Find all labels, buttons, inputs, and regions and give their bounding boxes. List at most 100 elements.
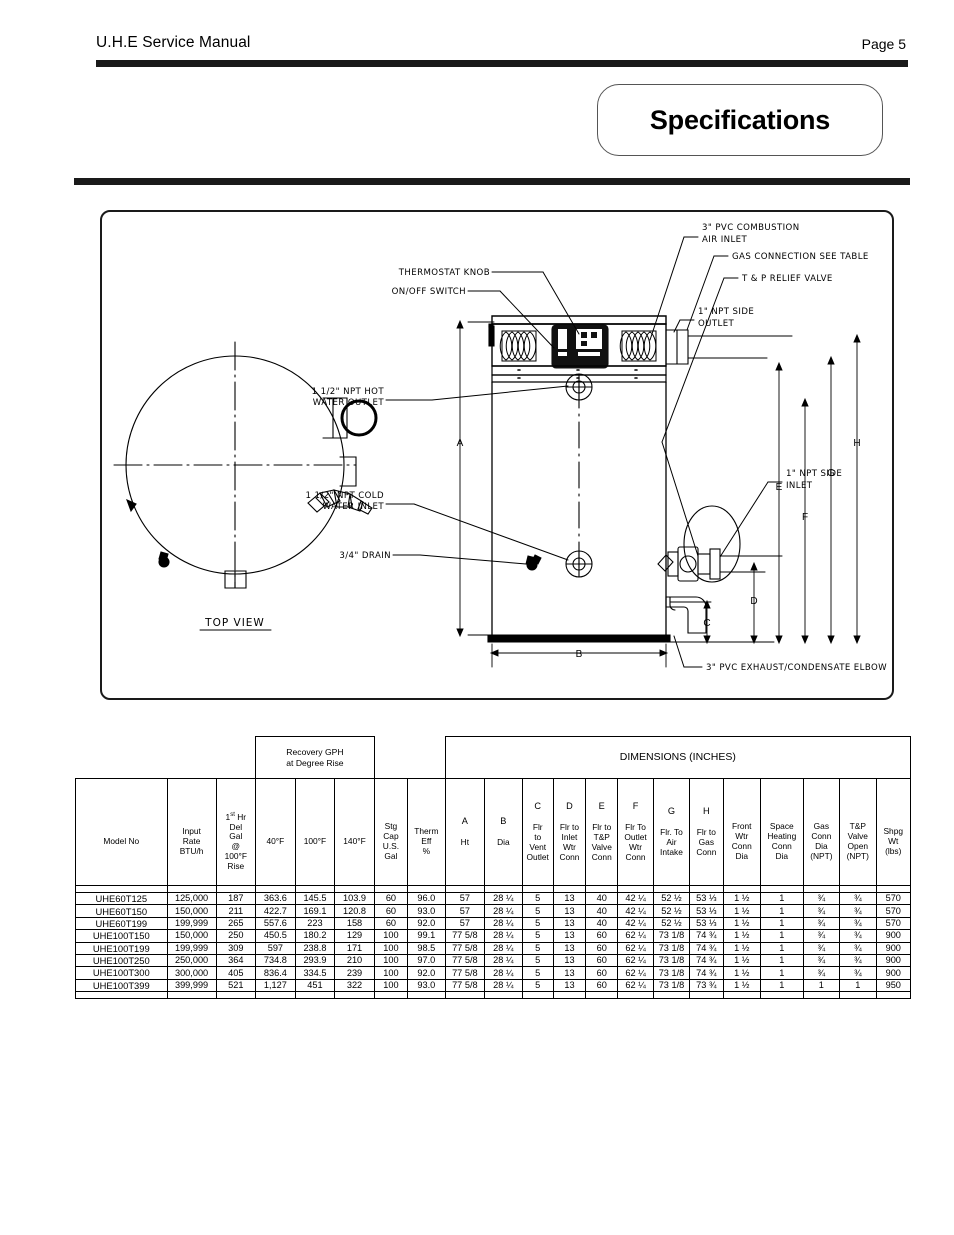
column-header-label: Flr. To Air Intake — [660, 827, 683, 857]
column-header-spacer — [256, 817, 295, 837]
table-cell: 28 ¼ — [484, 916, 523, 931]
dimension-letter-h: H — [853, 438, 860, 449]
table-cell: 40 — [585, 891, 619, 906]
column-header-label: Flr to T&P Valve Conn — [591, 822, 612, 862]
table-cell: 28 ¼ — [484, 953, 523, 968]
technical-diagram: TOP VIEW THERMOSTAT KNOB ON/OFF SWITCH 3… — [100, 210, 894, 700]
table-cell: 28 ¼ — [484, 904, 523, 918]
table-cell: 570 — [875, 916, 912, 931]
table-cell: ¾ — [839, 904, 877, 918]
table-cell: 900 — [875, 929, 912, 943]
column-header-spacer — [877, 807, 910, 827]
table-cell: 100 — [373, 978, 409, 993]
column-header-label: Space Heating Conn Dia — [767, 821, 797, 861]
table-cell: 52 ½ — [652, 891, 691, 906]
table-cell: 158 — [334, 916, 375, 931]
table-cell: 5 — [521, 929, 554, 943]
table-cell: 93.0 — [407, 978, 446, 993]
table-cell: 62 ¼ — [617, 941, 654, 955]
group-header-dimensions: DIMENSIONS (INCHES) — [444, 736, 912, 779]
table-cell: 150,000 — [166, 929, 217, 943]
column-header-label: Ht — [460, 836, 470, 847]
table-cell: 53 ⅓ — [689, 916, 724, 931]
column-header-spacer — [168, 807, 216, 827]
column-header-c: C Flr to Vent Outlet — [521, 778, 554, 886]
table-cell: 293.9 — [294, 953, 336, 968]
column-header-label: 40°F — [266, 836, 285, 847]
table-cell: ¾ — [802, 953, 841, 968]
header-divider — [96, 60, 908, 67]
table-cell: 145.5 — [294, 891, 336, 906]
table-cell: 60 — [373, 904, 409, 918]
dimension-lines — [456, 319, 861, 668]
cell-model-no: UHE100T199 — [75, 941, 168, 955]
dimension-letter-f: F — [802, 512, 808, 523]
cell-model-no: UHE60T199 — [75, 916, 168, 931]
table-cell: 210 — [334, 953, 375, 968]
table-cell: 334.5 — [294, 966, 336, 980]
table-cell: 60 — [585, 941, 619, 955]
table-cell: 62 ¼ — [617, 929, 654, 943]
dimension-letter-d: D — [750, 596, 757, 607]
column-header-b: B Dia — [484, 778, 523, 886]
column-header-6: Stg Cap U.S. Gal — [373, 778, 409, 886]
table-row: UHE60T150 150,000 211 422.7 169.1 120.8 60 93.0… — [75, 904, 912, 918]
table-cell: 265 — [215, 916, 257, 931]
dimension-letter-e: E — [776, 482, 783, 493]
specifications-table: Recovery GPH at Degree Rise DIMENSIONS (… — [75, 736, 912, 1000]
group-header-blank-left — [76, 737, 256, 779]
callout-cold-water-inlet-line2: WATER INLET — [323, 502, 385, 512]
table-cell: 99.1 — [407, 929, 446, 943]
table-cell: 100 — [373, 929, 409, 943]
table-cell: 92.0 — [407, 966, 446, 980]
table-cell: 100 — [373, 966, 409, 980]
table-cell: ¾ — [802, 904, 841, 918]
table-cell: 597 — [255, 941, 296, 955]
table-row: UHE100T199 199,999 309 597 238.8 171 100 98.5 77… — [75, 941, 912, 955]
table-cell: 28 ¼ — [484, 929, 523, 943]
table-body: UHE60T125 125,000 187 363.6 145.5 103.9 60 96.0… — [75, 885, 912, 1000]
table-cell: 97.0 — [407, 953, 446, 968]
table-cell: 103.9 — [334, 891, 375, 906]
table-cell: ¾ — [839, 966, 877, 980]
table-cell: 93.0 — [407, 904, 446, 918]
table-cell: 950 — [875, 978, 912, 993]
column-header-label: Dia — [497, 836, 510, 847]
table-cell: 73 1/8 — [652, 978, 691, 993]
table-cell: 120.8 — [334, 904, 375, 918]
table-cell: 211 — [215, 904, 257, 918]
table-cell: 77 5/8 — [444, 929, 486, 943]
table-cell: 900 — [875, 966, 912, 980]
table-cell: 223 — [294, 916, 336, 931]
callout-gas-connection: GAS CONNECTION SEE TABLE — [732, 252, 869, 262]
table-row: UHE100T250 250,000 364 734.8 293.9 210 100 97.0… — [75, 953, 912, 968]
table-cell: 52 ½ — [652, 904, 691, 918]
table-cell: 13 — [552, 904, 587, 918]
table-cell: 250,000 — [166, 953, 217, 968]
table-cell: 125,000 — [166, 891, 217, 906]
callout-leader-lines — [385, 236, 783, 668]
table-cell: 1 ½ — [722, 966, 761, 980]
table-cell: 57 — [444, 891, 486, 906]
table-cell: 28 ¼ — [484, 978, 523, 993]
table-cell: 42 ¼ — [617, 916, 654, 931]
column-header-e: E Flr to T&P Valve Conn — [585, 778, 619, 886]
callout-combustion-air-inlet-line2: AIR INLET — [702, 235, 747, 245]
cell-model-no: UHE100T300 — [75, 966, 168, 980]
table-cell: 73 1/8 — [652, 953, 691, 968]
table-cell: 734.8 — [255, 953, 296, 968]
column-header-spacer — [840, 802, 875, 822]
table-cell: 100 — [373, 941, 409, 955]
column-header-label: Therm Eff% — [414, 826, 439, 856]
column-header-letter: A — [461, 816, 468, 827]
table-cell: 171 — [334, 941, 375, 955]
table-cell: 5 — [521, 916, 554, 931]
table-cell: 1,127 — [255, 978, 296, 993]
table-cell: 521 — [215, 978, 257, 993]
column-header-3: 40°F — [255, 778, 296, 886]
table-cell: 77 5/8 — [444, 966, 486, 980]
table-cell: ¾ — [802, 966, 841, 980]
table-row-spacer — [75, 991, 912, 1000]
table-cell: 13 — [552, 953, 587, 968]
table-cell: 900 — [875, 941, 912, 955]
